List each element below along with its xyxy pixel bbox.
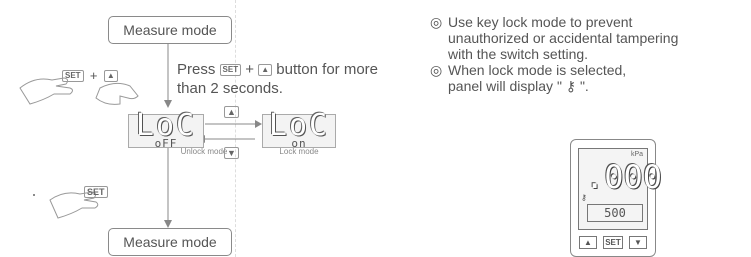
instruction-set-key: SET <box>219 64 242 76</box>
unlock-display-main: LoC <box>135 108 197 143</box>
instruction-line-1: Press SET + ▲ button for more <box>177 61 378 78</box>
panel-lock-symbol: ⚷ <box>581 193 587 202</box>
exit-set-key: SET <box>84 186 108 198</box>
note-2-line-2: panel will display " ⚷ ". <box>448 78 589 94</box>
instruction-up-key: ▲ <box>258 64 273 76</box>
panel-sub-value: 500 <box>587 204 643 222</box>
switch-down-key: ▼ <box>224 147 239 159</box>
switch-up-key: ▲ <box>224 106 239 118</box>
notes-block: ◎ Use key lock mode to prevent unauthori… <box>430 14 750 94</box>
panel-unit: kPa <box>630 151 643 158</box>
unlock-display: LoC oFF <box>128 108 204 150</box>
panel-main-value: .000 <box>585 158 663 196</box>
arrow-right-icon <box>255 120 262 128</box>
up-key-label: ▲ <box>103 70 118 82</box>
note-1-line-3: with the switch setting. <box>448 46 589 62</box>
panel-set-key: SET <box>603 236 623 249</box>
panel-up-key: ▲ <box>579 236 597 249</box>
bullet-icon: ◎ <box>430 62 443 78</box>
note-1: ◎ Use key lock mode to prevent unauthori… <box>430 14 750 62</box>
arrow-down-icon-1 <box>164 100 172 108</box>
stray-dot <box>33 194 35 196</box>
set-key-label: SET <box>62 70 84 82</box>
arrow-down-icon-2 <box>164 220 172 228</box>
plus-sign: + <box>89 68 98 83</box>
lock-display: LoC on <box>262 108 336 150</box>
device-panel: kPa .000 ⚷ 500 ▲ SET ▼ <box>570 139 662 257</box>
bullet-icon: ◎ <box>430 14 443 30</box>
lock-display-main: LoC <box>268 108 330 143</box>
note-2-line-1: When lock mode is selected, <box>448 62 627 78</box>
panel-down-key: ▼ <box>629 236 647 249</box>
note-1-line-1: Use key lock mode to prevent <box>448 14 633 30</box>
instruction-line-2: than 2 seconds. <box>177 80 283 97</box>
note-1-line-2: unauthorized or accidental tampering <box>448 30 679 46</box>
key-combo: SET + ▲ <box>62 68 118 83</box>
measure-mode-box-bottom: Measure mode <box>108 228 232 256</box>
note-2: ◎ When lock mode is selected, panel will… <box>430 62 750 94</box>
lock-mode-label: Lock mode <box>279 147 319 156</box>
panel-screen: kPa .000 ⚷ 500 <box>578 148 662 230</box>
instruction-text: Press SET + ▲ button for more than 2 sec… <box>177 60 378 98</box>
